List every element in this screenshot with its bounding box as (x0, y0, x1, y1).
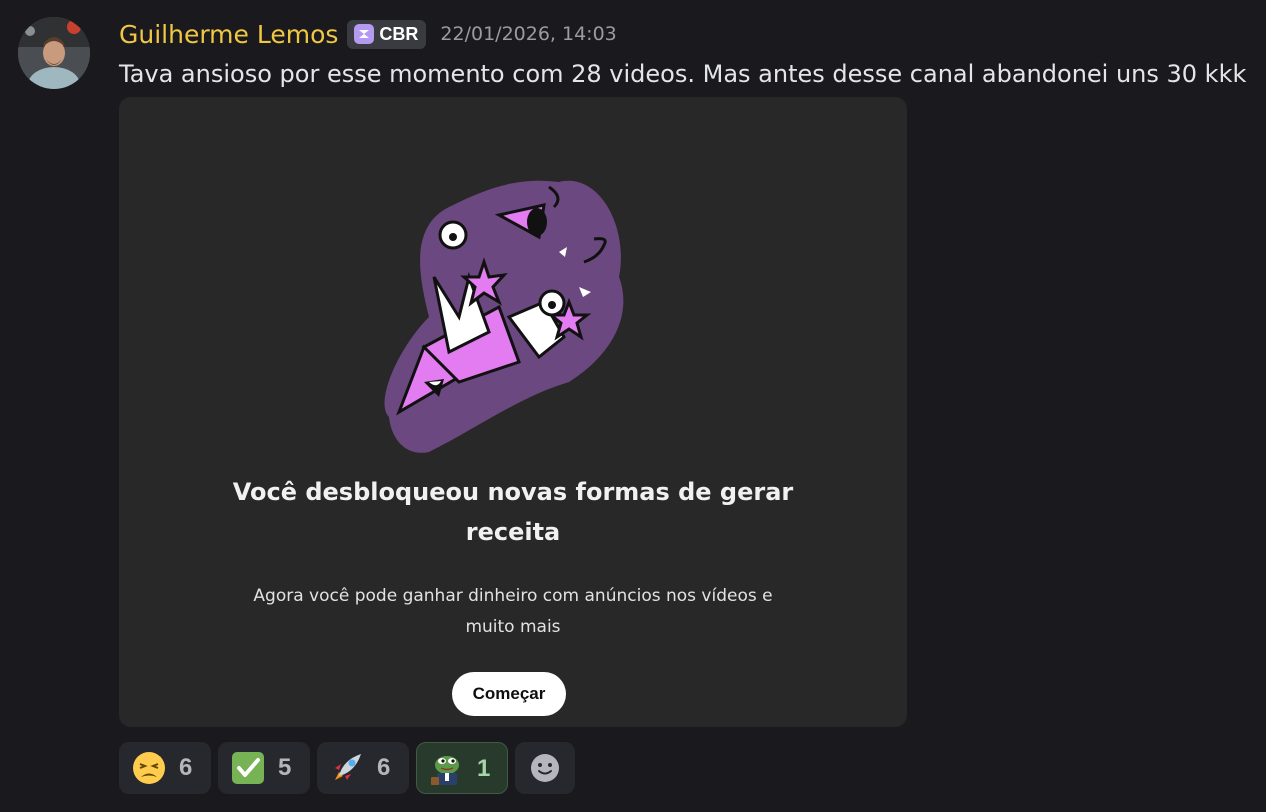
server-tag-icon (354, 24, 375, 44)
message-timestamp[interactable]: 22/01/2026, 14:03 (440, 23, 616, 45)
message-text: Tava ansioso por esse momento com 28 vid… (119, 60, 1247, 88)
reaction-check-mark[interactable]: 5 (218, 742, 310, 794)
reaction-count: 6 (377, 754, 391, 781)
reaction-count: 5 (278, 754, 292, 781)
pepe-frog-icon (431, 756, 459, 785)
server-tag[interactable]: CBR (347, 19, 427, 49)
reaction-weary-face[interactable]: 6 (119, 742, 211, 794)
embedded-image-card[interactable]: Você desbloqueou novas formas de gerar r… (119, 97, 907, 727)
add-reaction-icon (531, 754, 559, 782)
reaction-count: 1 (477, 755, 491, 782)
reaction-pepe-frog[interactable]: 1 (416, 742, 508, 794)
card-title: Você desbloqueou novas formas de gerar r… (213, 472, 813, 552)
server-tag-label: CBR (379, 23, 419, 44)
card-title-line2: receita (465, 518, 561, 546)
get-started-button[interactable]: Começar (452, 672, 566, 716)
reaction-rocket[interactable]: 6 (317, 742, 409, 794)
card-subtitle-line1: Agora você pode ganhar dinheiro com anún… (253, 586, 773, 606)
card-subtitle: Agora você pode ganhar dinheiro com anún… (233, 581, 793, 643)
user-avatar[interactable] (18, 17, 90, 89)
username[interactable]: Guilherme Lemos (119, 20, 338, 49)
party-popper-illustration (384, 180, 624, 453)
rocket-icon (335, 754, 361, 780)
check-mark-button-icon (232, 752, 264, 784)
weary-face-icon (133, 752, 165, 784)
reaction-count: 6 (179, 754, 193, 781)
add-reaction-button[interactable] (515, 742, 575, 794)
card-subtitle-line2: muito mais (465, 617, 561, 637)
card-title-line1: Você desbloqueou novas formas de gerar (232, 478, 794, 506)
